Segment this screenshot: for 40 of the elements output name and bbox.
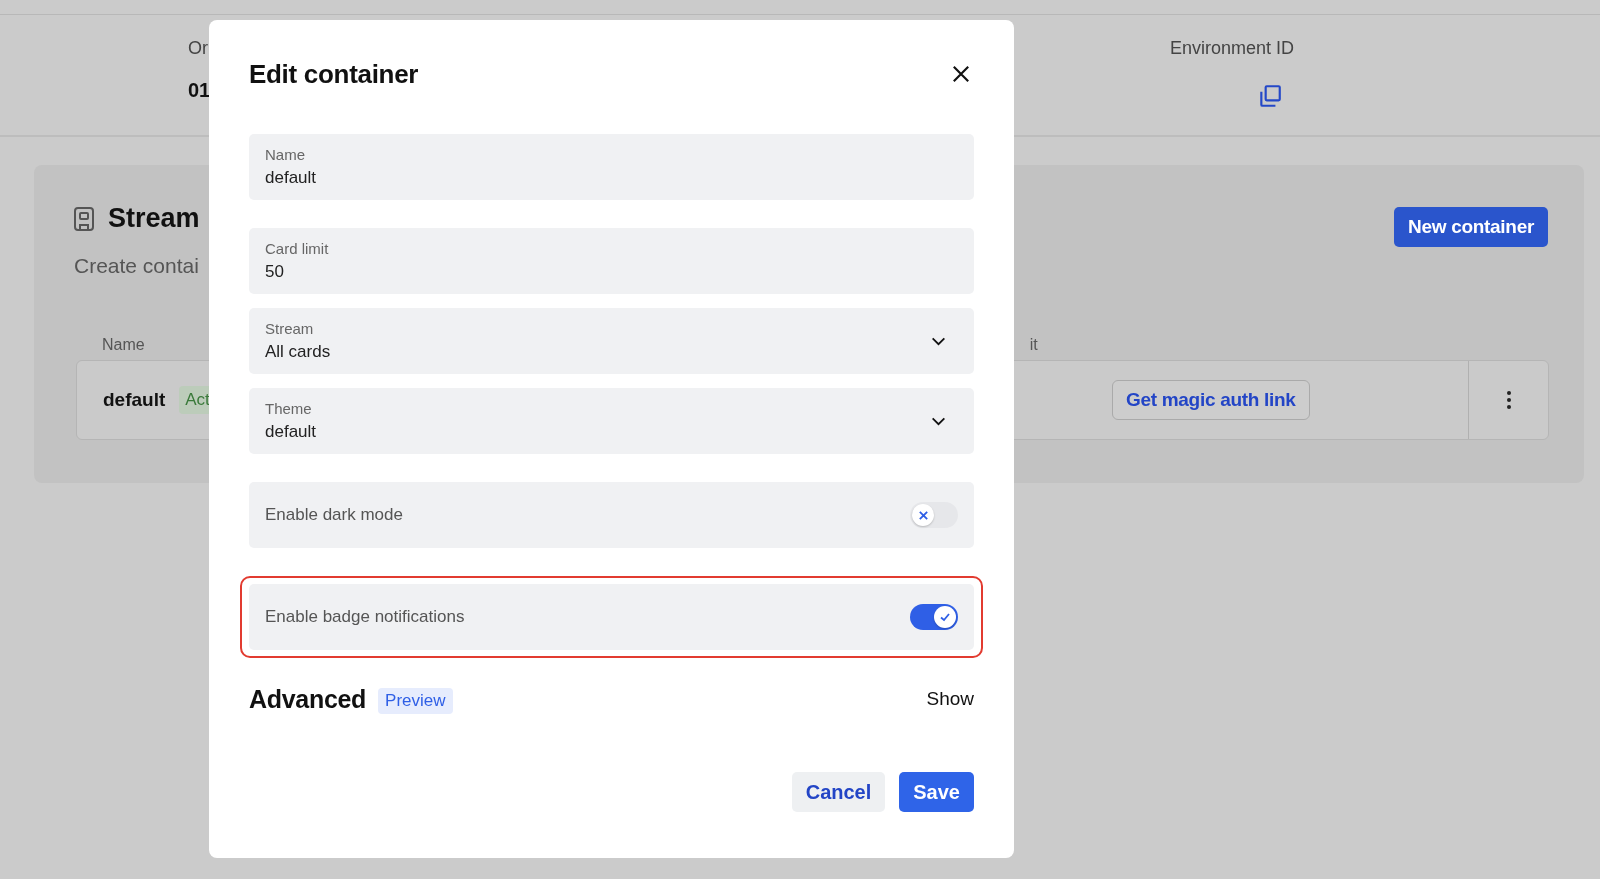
badge-icon xyxy=(74,206,94,231)
copy-icon[interactable] xyxy=(1257,83,1283,109)
cancel-button[interactable]: Cancel xyxy=(791,772,886,812)
select-field[interactable]: Stream All cards xyxy=(249,308,974,374)
field-value: default xyxy=(265,168,317,188)
field-label: Name xyxy=(265,146,306,163)
toggle-label: Enable dark mode xyxy=(265,505,403,525)
column-header: it xyxy=(1029,336,1038,354)
chevron-down-icon xyxy=(931,416,946,426)
column-header: Name xyxy=(102,336,145,354)
close-icon xyxy=(917,509,929,521)
container-name: default xyxy=(103,389,166,411)
field-label: Theme xyxy=(265,400,313,417)
check-icon xyxy=(939,611,951,623)
section-heading: Advanced xyxy=(249,684,367,714)
toggle-label: Enable badge notifications xyxy=(265,607,465,627)
toggle-switch[interactable] xyxy=(910,604,958,630)
field-value: All cards xyxy=(265,342,331,362)
magic-link-button[interactable]: Get magic auth link xyxy=(1112,380,1310,420)
field-label: Stream xyxy=(265,320,315,337)
chevron-down-icon xyxy=(931,336,946,346)
close-icon[interactable] xyxy=(952,65,970,83)
stat-label: Environment ID xyxy=(1169,38,1295,59)
save-button[interactable]: Save xyxy=(899,772,974,812)
preview-badge: Preview xyxy=(378,688,453,714)
input-field[interactable]: Card limit 50 xyxy=(249,228,974,294)
field-value: 50 xyxy=(265,262,285,282)
field-value: default xyxy=(265,422,317,442)
stat-value: 01 xyxy=(188,79,209,102)
toggle-switch[interactable] xyxy=(910,502,958,528)
new-container-button[interactable]: New container xyxy=(1394,207,1548,247)
stat-label: Or xyxy=(188,38,209,59)
section-title: Stream xyxy=(108,203,200,234)
dialog-title: Edit container xyxy=(249,58,419,90)
show-link[interactable]: Show xyxy=(926,688,974,710)
more-icon[interactable] xyxy=(1505,390,1512,410)
select-field[interactable]: Theme default xyxy=(249,388,974,454)
section-subtitle: Create contai xyxy=(74,254,200,278)
input-field[interactable]: Name default xyxy=(249,134,974,200)
field-label: Card limit xyxy=(265,240,329,257)
